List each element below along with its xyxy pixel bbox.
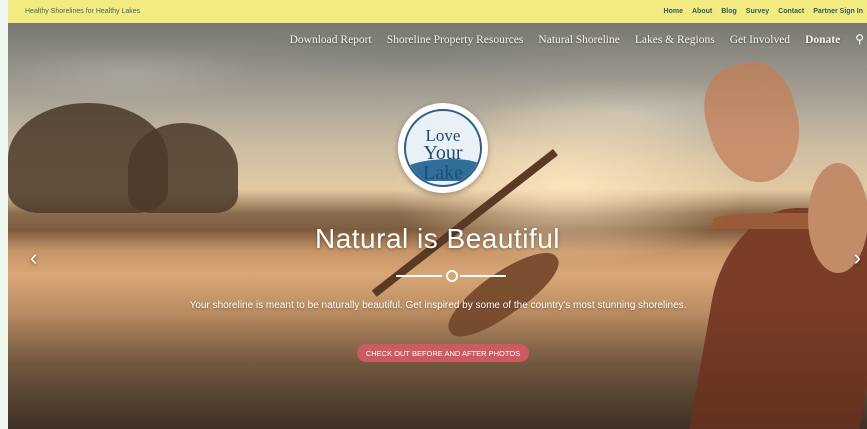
top-bar: Healthy Shorelines for Healthy Lakes Hom… <box>8 0 867 23</box>
headline-divider <box>396 270 506 282</box>
hero-subtext: Your shoreline is meant to be naturally … <box>189 300 687 311</box>
top-link-blog[interactable]: Blog <box>721 8 737 15</box>
top-links: Home About Blog Survey Contact Partner S… <box>655 8 863 15</box>
hero-slider: Download Report Shoreline Property Resou… <box>8 23 867 429</box>
page: Healthy Shorelines for Healthy Lakes Hom… <box>8 0 867 429</box>
logo-badge: Love Your Lake <box>404 109 482 187</box>
logo-text-your-lake: Your Lake <box>423 142 463 184</box>
site-tagline: Healthy Shorelines for Healthy Lakes <box>25 8 141 15</box>
nav-shoreline-property-resources[interactable]: Shoreline Property Resources <box>387 34 524 46</box>
nav-donate[interactable]: Donate <box>805 34 840 46</box>
hero-headline: Natural is Beautiful <box>314 223 560 254</box>
divider-line-right <box>460 275 506 277</box>
nav-get-involved[interactable]: Get Involved <box>730 34 790 46</box>
top-link-contact[interactable]: Contact <box>778 8 804 15</box>
nav-natural-shoreline[interactable]: Natural Shoreline <box>538 34 619 46</box>
divider-ring <box>446 270 458 282</box>
before-after-photos-button[interactable]: CHECK OUT BEFORE AND AFTER PHOTOS <box>357 344 529 362</box>
divider-line-left <box>396 275 442 277</box>
nav-lakes-regions[interactable]: Lakes & Regions <box>635 34 715 46</box>
main-nav: Download Report Shoreline Property Resou… <box>290 32 867 47</box>
love-your-lake-logo: Love Your Lake <box>398 103 488 193</box>
search-icon[interactable]: ⚲ <box>855 32 864 47</box>
top-link-home[interactable]: Home <box>664 8 683 15</box>
nav-download-report[interactable]: Download Report <box>290 34 372 46</box>
top-link-partner-sign-in[interactable]: Partner Sign In <box>813 8 863 15</box>
top-link-survey[interactable]: Survey <box>746 8 769 15</box>
top-link-about[interactable]: About <box>692 8 712 15</box>
